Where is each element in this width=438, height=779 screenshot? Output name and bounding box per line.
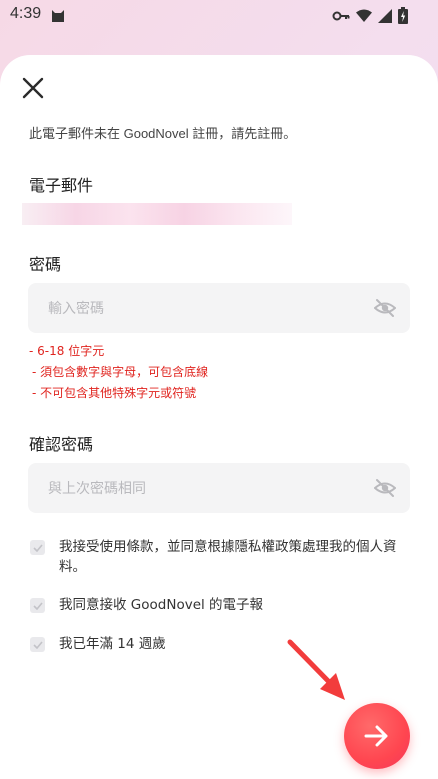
consent-terms-text: 我接受使用條款，並同意根據隱私權政策處理我的個人資料。 bbox=[59, 539, 397, 575]
password-rule: - 6-18 位字元 bbox=[29, 344, 105, 358]
wifi-icon bbox=[356, 9, 372, 22]
email-value bbox=[22, 203, 292, 225]
confirm-password-field[interactable] bbox=[28, 463, 410, 515]
password-label: 密碼 bbox=[29, 255, 62, 274]
check-icon bbox=[32, 543, 43, 552]
annotation-arrow-icon bbox=[287, 639, 345, 700]
status-bar: 4:39 bbox=[0, 0, 438, 32]
password-input[interactable] bbox=[46, 283, 350, 335]
eye-off-icon[interactable] bbox=[374, 478, 396, 498]
password-rules: - 6-18 位字元 - 須包含數字與字母，可包含底線 - 不可包含其他特殊字元… bbox=[29, 341, 208, 404]
cat-icon bbox=[52, 10, 64, 22]
battery-icon bbox=[398, 7, 408, 24]
key-icon bbox=[332, 11, 350, 20]
arrow-right-icon bbox=[364, 725, 388, 747]
eye-off-icon[interactable] bbox=[374, 298, 396, 318]
checkbox[interactable] bbox=[30, 540, 45, 555]
register-sheet bbox=[0, 55, 438, 779]
consent-newsletter-text: 我同意接收 GoodNovel 的電子報 bbox=[59, 597, 264, 613]
password-rule: - 須包含數字與字母，可包含底線 bbox=[32, 365, 209, 379]
next-button[interactable] bbox=[344, 703, 410, 769]
unregistered-notice: 此電子郵件未在 GoodNovel 註冊，請先註冊。 bbox=[29, 126, 297, 141]
signal-icon bbox=[378, 8, 392, 23]
close-icon[interactable] bbox=[20, 75, 46, 101]
confirm-password-input[interactable] bbox=[46, 463, 350, 515]
confirm-password-label: 確認密碼 bbox=[29, 435, 94, 454]
checkbox[interactable] bbox=[30, 637, 45, 652]
check-icon bbox=[32, 640, 43, 649]
checkbox[interactable] bbox=[30, 598, 45, 613]
email-label: 電子郵件 bbox=[29, 176, 94, 195]
password-rule: - 不可包含其他特殊字元或符號 bbox=[32, 386, 197, 400]
password-field[interactable] bbox=[28, 283, 410, 335]
status-time: 4:39 bbox=[10, 5, 42, 22]
status-icons bbox=[332, 7, 408, 24]
consent-terms[interactable]: 我接受使用條款，並同意根據隱私權政策處理我的個人資料。 bbox=[30, 537, 399, 577]
check-icon bbox=[32, 601, 43, 610]
consent-newsletter[interactable]: 我同意接收 GoodNovel 的電子報 bbox=[30, 595, 399, 615]
